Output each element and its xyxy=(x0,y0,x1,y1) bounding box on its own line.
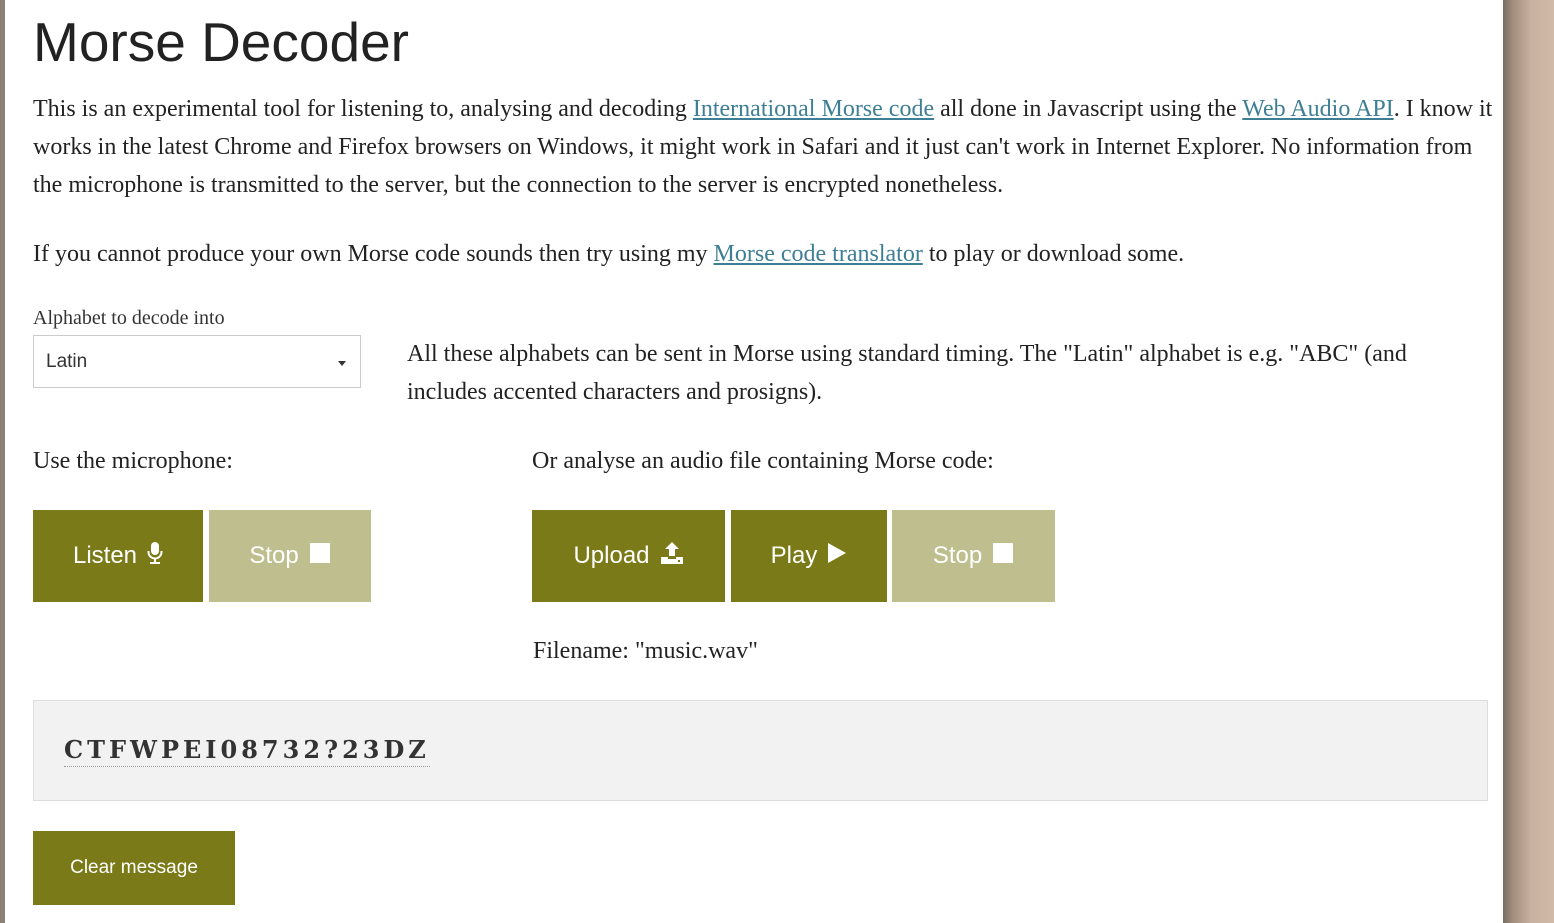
alphabet-select-value: Latin xyxy=(46,351,88,372)
microphone-icon xyxy=(147,541,163,572)
listen-button-label: Listen xyxy=(72,542,138,569)
clear-message-label: Clear message xyxy=(70,857,198,878)
translator-text-1: If you cannot produce your own Morse cod… xyxy=(33,241,714,267)
intro-text-1: This is an experimental tool for listeni… xyxy=(33,96,693,122)
web-audio-api-link[interactable]: Web Audio API xyxy=(1242,96,1393,122)
page-background-right xyxy=(1503,0,1554,923)
file-stop-button[interactable]: Stop xyxy=(892,510,1055,602)
page-content: Morse Decoder This is an experimental to… xyxy=(5,0,1503,923)
listen-button[interactable]: Listen xyxy=(33,510,203,602)
morse-code-translator-link[interactable]: Morse code translator xyxy=(714,241,923,267)
microphone-section-label: Use the microphone: xyxy=(33,448,233,474)
file-section-label: Or analyse an audio file containing Mors… xyxy=(532,448,994,474)
translator-text-2: to play or download some. xyxy=(922,241,1185,267)
upload-icon xyxy=(660,541,684,572)
clear-message-button[interactable]: Clear message xyxy=(33,831,235,905)
stop-square-icon xyxy=(992,542,1014,571)
alphabet-note: All these alphabets can be sent in Morse… xyxy=(407,341,1407,405)
microphone-stop-button[interactable]: Stop xyxy=(209,510,371,602)
decoded-message-box: CTFWPEI08732?23DZ xyxy=(33,700,1488,801)
caret-down-icon xyxy=(338,361,346,366)
intro-paragraph: This is an experimental tool for listeni… xyxy=(33,90,1493,204)
stop-square-icon xyxy=(309,542,331,571)
play-button-label: Play xyxy=(770,542,818,569)
intro-text-2: all done in Javascript using the xyxy=(934,96,1243,122)
international-morse-code-link[interactable]: International Morse code xyxy=(693,96,934,122)
page-title: Morse Decoder xyxy=(33,11,409,73)
upload-button[interactable]: Upload xyxy=(532,510,725,602)
decoded-message-text: CTFWPEI08732?23DZ xyxy=(64,734,430,767)
alphabet-select-label: Alphabet to decode into xyxy=(33,307,225,329)
alphabet-select[interactable]: Latin xyxy=(33,335,361,388)
file-stop-label: Stop xyxy=(932,542,983,569)
play-button[interactable]: Play xyxy=(731,510,887,602)
translator-paragraph: If you cannot produce your own Morse cod… xyxy=(33,235,1493,273)
filename-text: Filename: "music.wav" xyxy=(533,638,758,664)
upload-button-label: Upload xyxy=(573,542,650,569)
play-triangle-icon xyxy=(827,542,847,571)
microphone-stop-label: Stop xyxy=(249,542,299,569)
